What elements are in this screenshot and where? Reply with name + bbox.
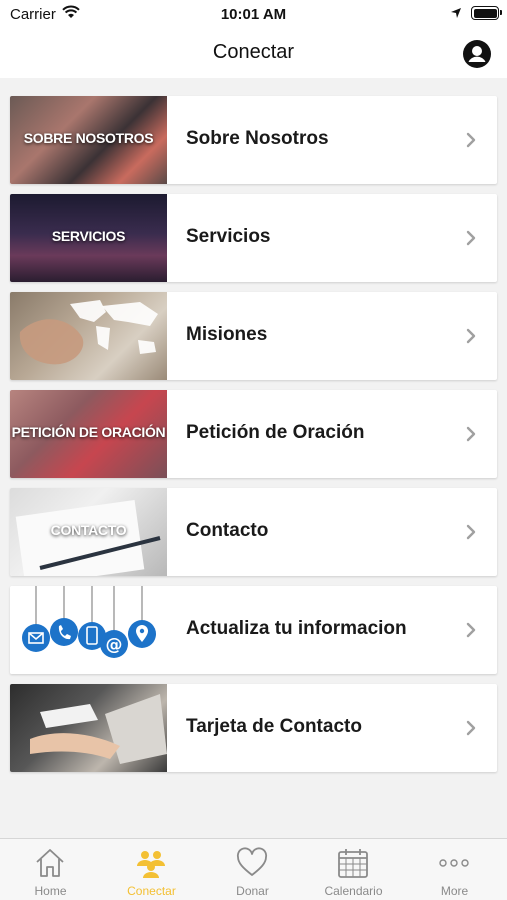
nav-bar: Conectar <box>0 30 507 78</box>
contact-methods-image: @ <box>22 586 156 658</box>
tab-label: More <box>440 884 469 898</box>
people-icon <box>137 851 165 878</box>
tab-label: Donar <box>236 884 269 898</box>
chevron-right-icon <box>466 328 476 344</box>
list-item-label: Contacto <box>186 520 269 541</box>
connect-list: SOBRE NOSOTROS Sobre Nosotros SERVICIOS … <box>10 96 497 782</box>
tab-label: Calendario <box>324 884 383 898</box>
misiones-thumbnail <box>10 292 167 380</box>
tab-more[interactable]: More <box>404 839 505 900</box>
tarjeta-de-contacto-thumbnail <box>10 684 167 772</box>
calendar-icon <box>338 849 368 878</box>
tab-calendario[interactable]: Calendario <box>303 839 404 900</box>
more-icon <box>439 859 469 867</box>
chevron-right-icon <box>466 426 476 442</box>
list-item-label: Actualiza tu informacion <box>186 618 407 639</box>
list-item-servicios[interactable]: SERVICIOS Servicios <box>10 194 497 282</box>
profile-icon[interactable] <box>463 40 491 68</box>
laptop-hands-image <box>30 694 167 764</box>
list-item-tarjeta-de-contacto[interactable]: Tarjeta de Contacto <box>10 684 497 772</box>
chevron-right-icon <box>466 622 476 638</box>
chevron-right-icon <box>466 720 476 736</box>
list-item-contacto[interactable]: CONTACTO Contacto <box>10 488 497 576</box>
world-map-hand-image <box>19 300 158 365</box>
tab-donar[interactable]: Donar <box>202 839 303 900</box>
home-icon <box>36 849 64 877</box>
list-item-peticion-de-oracion[interactable]: PETICIÓN DE ORACIÓN Petición de Oración <box>10 390 497 478</box>
servicios-thumbnail: SERVICIOS <box>10 194 167 282</box>
page-title: Conectar <box>212 41 295 63</box>
chevron-right-icon <box>466 132 476 148</box>
thumbnail-caption: PETICIÓN DE ORACIÓN <box>11 424 166 440</box>
thumbnail-caption: SERVICIOS <box>51 228 126 244</box>
list-item-label: Misiones <box>186 324 268 345</box>
list-item-label: Petición de Oración <box>186 422 365 443</box>
contact-icons-thumbnail: @ <box>10 586 167 674</box>
contacto-thumbnail: CONTACTO <box>10 488 167 576</box>
list-item-label: Sobre Nosotros <box>186 128 329 149</box>
battery-icon <box>471 6 502 20</box>
list-item-actualiza-tu-informacion[interactable]: @ Actualiza tu informacion <box>10 586 497 674</box>
heart-icon <box>236 847 268 876</box>
clock: 10:01 AM <box>220 6 287 23</box>
status-bar: Carrier 10:01 AM <box>0 0 507 30</box>
location-arrow-icon <box>451 8 461 18</box>
tab-bar: Home Conectar Donar Calendario More <box>0 838 507 900</box>
list-item-label: Tarjeta de Contacto <box>186 716 362 737</box>
list-item-sobre-nosotros[interactable]: SOBRE NOSOTROS Sobre Nosotros <box>10 96 497 184</box>
list-item-label: Servicios <box>186 226 271 247</box>
tab-home[interactable]: Home <box>0 839 101 900</box>
chevron-right-icon <box>466 230 476 246</box>
chevron-right-icon <box>466 524 476 540</box>
sobre-nosotros-thumbnail: SOBRE NOSOTROS <box>10 96 167 184</box>
tab-label: Conectar <box>127 884 176 898</box>
thumbnail-caption: SOBRE NOSOTROS <box>23 130 154 146</box>
svg-text:@: @ <box>106 635 123 655</box>
list-item-misiones[interactable]: Misiones <box>10 292 497 380</box>
peticion-de-oracion-thumbnail: PETICIÓN DE ORACIÓN <box>10 390 167 478</box>
tab-conectar[interactable]: Conectar <box>101 839 202 900</box>
thumbnail-caption: CONTACTO <box>50 522 127 538</box>
tab-label: Home <box>34 884 67 898</box>
